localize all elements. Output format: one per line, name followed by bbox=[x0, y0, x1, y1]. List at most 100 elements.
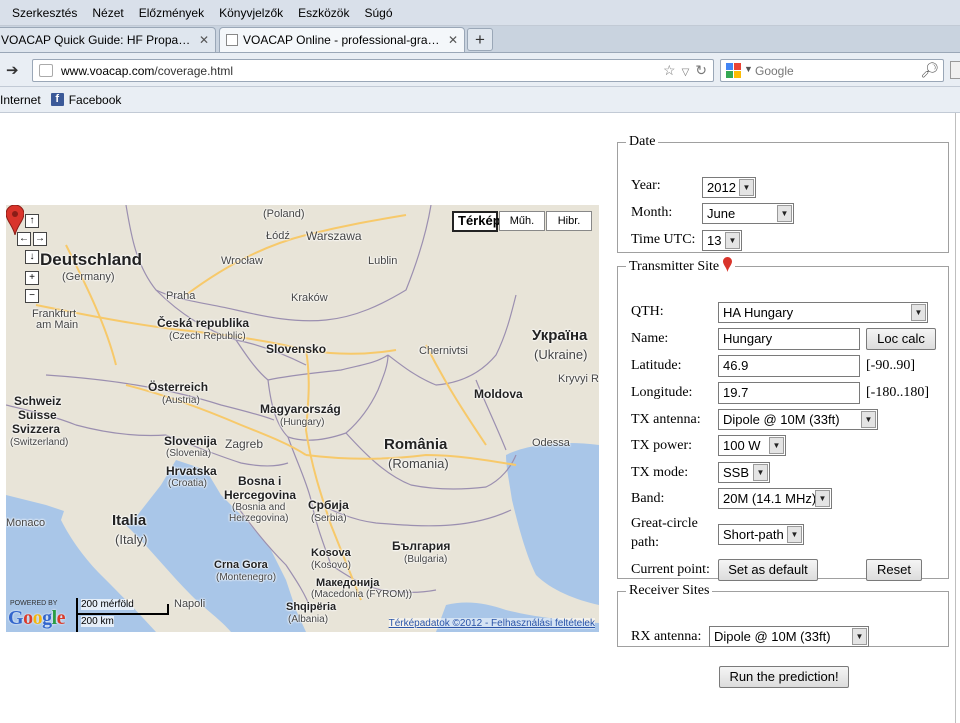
map-label: (Serbia) bbox=[311, 513, 347, 524]
bookmark-facebook[interactable]: f Facebook bbox=[50, 93, 121, 107]
map-label: am Main bbox=[36, 319, 79, 331]
map-label: Česká republika bbox=[157, 316, 250, 330]
forward-icon[interactable]: ➔ bbox=[6, 61, 19, 79]
search-bar[interactable]: ▼ Google 🔎︎ bbox=[720, 59, 944, 82]
zoom-in-icon[interactable]: + bbox=[25, 271, 39, 285]
map-label: (Czech Republic) bbox=[169, 331, 246, 342]
latitude-range: [-90..90] bbox=[866, 358, 915, 373]
date-legend: Date bbox=[629, 134, 656, 149]
map-label: Italia bbox=[112, 512, 147, 529]
great-circle-select[interactable]: Short-path ▼ bbox=[718, 524, 804, 545]
band-select[interactable]: 20M (14.1 MHz) ▼ bbox=[718, 488, 832, 509]
scale-km: 200 km bbox=[81, 616, 114, 627]
star-icon[interactable]: ☆ bbox=[663, 62, 676, 78]
map-label: Lublin bbox=[368, 255, 398, 267]
navigation-bar: ➔ www.voacap.com/coverage.html ☆ ▽ ↻ ▼ Goo… bbox=[0, 53, 960, 87]
latitude-input[interactable]: 46.9 bbox=[718, 355, 860, 377]
page-icon bbox=[226, 34, 238, 46]
pan-left-icon[interactable]: ← bbox=[17, 232, 31, 246]
tab-voacap-online[interactable]: VOACAP Online - professional-grade hig..… bbox=[219, 27, 465, 52]
latitude-label: Latitude: bbox=[631, 358, 682, 373]
receiver-legend: Receiver Sites bbox=[629, 583, 710, 598]
pan-down-icon[interactable]: ↓ bbox=[25, 250, 39, 264]
pan-right-icon[interactable]: → bbox=[33, 232, 47, 246]
map-label: (Hungary) bbox=[280, 417, 325, 428]
current-point-label: Current point: bbox=[631, 562, 710, 577]
url-text[interactable]: www.voacap.com/coverage.html bbox=[61, 64, 233, 78]
longitude-input[interactable]: 19.7 bbox=[718, 382, 860, 404]
tab-voacap-guide[interactable]: VOACAP Quick Guide: HF Propagation Pr...… bbox=[0, 27, 216, 52]
name-input[interactable]: Hungary bbox=[718, 328, 860, 350]
tab-label: VOACAP Quick Guide: HF Propagation Pr... bbox=[1, 33, 193, 47]
pan-up-icon[interactable]: ↑ bbox=[25, 214, 39, 228]
tx-power-label: TX power: bbox=[631, 438, 693, 453]
great-circle-label: Great-circle bbox=[631, 516, 698, 531]
scale-miles: 200 mérföld bbox=[81, 599, 134, 610]
year-label: Year: bbox=[631, 178, 661, 193]
menu-help[interactable]: Súgó bbox=[364, 6, 392, 20]
menu-bar: Szerkesztés Nézet Előzmények Könyvjelzők… bbox=[0, 0, 960, 26]
map-label: Србија bbox=[308, 498, 349, 512]
map-data-link[interactable]: Térképadatok ©2012 - Felhasználási felté… bbox=[388, 618, 595, 629]
map-label: Deutschland bbox=[40, 250, 143, 269]
tx-power-select[interactable]: 100 W ▼ bbox=[718, 435, 786, 456]
set-as-default-button[interactable]: Set as default bbox=[718, 559, 818, 581]
tx-antenna-select[interactable]: Dipole @ 10M (33ft) ▼ bbox=[718, 409, 878, 430]
year-select[interactable]: 2012 ▼ bbox=[702, 177, 756, 198]
caret-down-icon[interactable]: ▼ bbox=[744, 64, 753, 74]
menu-view[interactable]: Nézet bbox=[92, 6, 123, 20]
rx-antenna-label: RX antenna: bbox=[631, 629, 702, 644]
close-icon[interactable]: ✕ bbox=[448, 33, 458, 47]
qth-select[interactable]: HA Hungary ▼ bbox=[718, 302, 928, 323]
map-marker-icon[interactable] bbox=[6, 205, 24, 235]
map-label: Herzegovina) bbox=[229, 513, 289, 524]
map-type-satellite-button[interactable]: Műh. bbox=[499, 211, 545, 231]
search-input[interactable]: Google bbox=[755, 64, 794, 78]
map-label: Schweiz bbox=[14, 394, 62, 408]
new-tab-button[interactable]: + bbox=[467, 28, 493, 51]
rx-antenna-select[interactable]: Dipole @ 10M (33ft) ▼ bbox=[709, 626, 869, 647]
dropdown-icon[interactable]: ▽ bbox=[682, 67, 690, 78]
qth-label: QTH: bbox=[631, 304, 664, 319]
map-label: Monaco bbox=[6, 517, 46, 529]
map-type-map-button[interactable]: Térkép bbox=[452, 211, 501, 232]
site-identity-icon[interactable] bbox=[39, 64, 53, 77]
map-label: Slovensko bbox=[266, 342, 327, 356]
map-type-hybrid-button[interactable]: Hibr. bbox=[546, 211, 592, 231]
close-icon[interactable]: ✕ bbox=[199, 33, 209, 47]
zoom-out-icon[interactable]: − bbox=[25, 289, 39, 303]
map-label: Praha bbox=[166, 290, 196, 302]
map-label: Hercegovina bbox=[224, 488, 297, 502]
menu-edit[interactable]: Szerkesztés bbox=[12, 6, 77, 20]
google-logo[interactable]: Google bbox=[8, 607, 66, 630]
map-label: (Italy) bbox=[115, 532, 148, 547]
page-edge bbox=[955, 113, 956, 723]
address-bar[interactable]: www.voacap.com/coverage.html ☆ ▽ ↻ bbox=[32, 59, 714, 82]
month-select[interactable]: June ▼ bbox=[702, 203, 794, 224]
magnifier-icon[interactable]: 🔎︎ bbox=[920, 61, 939, 79]
map-label: (Albania) bbox=[288, 614, 329, 625]
reload-icon[interactable]: ↻ bbox=[695, 62, 707, 78]
time-select[interactable]: 13 ▼ bbox=[702, 230, 742, 251]
chevron-down-icon: ▼ bbox=[852, 628, 867, 645]
bookmark-internet[interactable]: Internet bbox=[0, 93, 41, 107]
map-label: (Kosovo) bbox=[311, 560, 352, 571]
overflow-button[interactable] bbox=[950, 61, 960, 79]
map-label: Suisse bbox=[18, 408, 57, 422]
menu-bookmarks[interactable]: Könyvjelzők bbox=[219, 6, 283, 20]
loc-calc-button[interactable]: Loc calc bbox=[866, 328, 936, 350]
map-label: Hrvatska bbox=[166, 464, 217, 478]
month-label: Month: bbox=[631, 205, 673, 220]
menu-tools[interactable]: Eszközök bbox=[298, 6, 349, 20]
tx-mode-select[interactable]: SSB ▼ bbox=[718, 462, 770, 483]
reset-button[interactable]: Reset bbox=[866, 559, 922, 581]
tab-bar: VOACAP Quick Guide: HF Propagation Pr...… bbox=[0, 26, 960, 53]
coverage-map[interactable]: (Poland) Łódź Warszawa Deutschland (Germ… bbox=[6, 205, 599, 632]
menu-history[interactable]: Előzmények bbox=[139, 6, 204, 20]
run-prediction-button[interactable]: Run the prediction! bbox=[719, 666, 849, 688]
map-label: Македонија bbox=[316, 577, 380, 589]
google-icon[interactable] bbox=[726, 63, 742, 78]
map-label: Łódź bbox=[266, 230, 290, 242]
map-label: (Bosnia and bbox=[232, 502, 286, 513]
map-label: Slovenija bbox=[164, 434, 217, 448]
